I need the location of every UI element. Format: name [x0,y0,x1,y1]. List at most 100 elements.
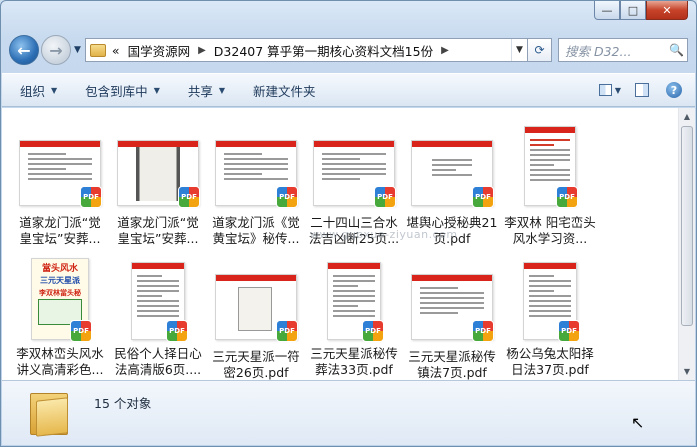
pdf-icon: PDF [558,320,580,342]
address-row: ← → ▼ « 国学资源网 ▶ D32407 算乎第一期核心资料文档15份 ▶ … [9,35,688,65]
breadcrumb-separator-icon[interactable]: ▶ [198,45,206,56]
explorer-window: — □ ✕ ← → ▼ « 国学资源网 ▶ D32407 算乎第一期核心资料文档… [0,0,697,447]
file-name: 三元天星派一符密26页.pdf [212,349,300,380]
pdf-icon: PDF [178,186,200,208]
maximize-button[interactable]: □ [620,1,646,20]
file-name: 三元天星派秘传镇法7页.pdf [408,349,496,380]
pdf-icon: PDF [80,186,102,208]
item-count: 15 个对象 [94,396,152,411]
file-item[interactable]: PDF 道家龙门派《觉黄宝坛》秘传... [210,128,302,247]
change-view-button[interactable]: ▼ [599,81,621,99]
poster-line2: 三元天星派 [40,276,80,285]
refresh-icon: ⟳ [534,43,545,57]
file-name: 李双林 阳宅峦头风水学习资... [504,215,596,246]
preview-pane-button[interactable] [631,81,653,99]
file-name: 道家龙门派“觉皇宝坛”安葬... [117,215,199,246]
file-thumbnail: PDF [504,114,596,208]
file-list[interactable]: PDF 道家龙门派“觉皇宝坛”安葬... PDF 道家龙门派“觉皇宝坛”安葬..… [2,108,695,380]
watermark: www.guoxue-ziyuan.com [310,228,458,241]
pdf-icon: PDF [472,320,494,342]
command-bar: 组织 ▼ 包含到库中 ▼ 共享 ▼ 新建文件夹 ▼ ? [2,73,695,107]
file-item[interactable]: PDF 三元天星派秘传葬法33页.pdf [308,258,400,378]
breadcrumb-item-root[interactable]: 国学资源网 [128,41,191,60]
back-button[interactable]: ← [9,35,39,65]
chevron-down-icon: ▼ [218,85,226,95]
caption-buttons: — □ ✕ [594,1,688,20]
toolbar-right: ▼ ? [589,81,685,99]
file-name: 道家龙门派《觉黄宝坛》秘传... [212,215,300,246]
organize-label: 组织 [20,83,46,99]
pdf-icon: PDF [362,320,384,342]
pdf-icon: PDF [472,186,494,208]
arrow-right-icon: → [49,40,63,60]
folder-icon [89,43,106,57]
file-thumbnail: PDF [14,128,106,208]
file-thumbnail: PDF [210,128,302,208]
arrow-left-icon: ← [17,40,31,60]
folder-large-icon [30,389,68,437]
chevron-down-icon: ▼ [153,85,160,95]
forward-button[interactable]: → [41,35,71,65]
search-placeholder: 搜索 D32... [565,43,632,59]
organize-menu[interactable]: 组织 ▼ [20,81,57,100]
pdf-icon: PDF [70,320,92,342]
refresh-button[interactable]: ⟳ [528,38,552,62]
search-icon[interactable]: 🔍 [669,43,687,57]
file-thumbnail: PDF [210,262,302,342]
file-item[interactable]: PDF 道家龙门派“觉皇宝坛”安葬... [14,128,106,247]
pdf-icon: PDF [276,320,298,342]
details-pane: 15 个对象 [2,380,695,445]
search-input[interactable]: 搜索 D32... 🔍 [558,38,688,62]
file-item[interactable]: PDF 道家龙门派“觉皇宝坛”安葬... [112,128,204,247]
file-item[interactable]: 當头风水三元天星派李双林當头秘诀 PDF 李双林峦头风水讲义高清彩色... [14,254,106,378]
minimize-button[interactable]: — [594,1,620,20]
scroll-up-icon[interactable]: ▲ [679,108,695,125]
new-folder-button[interactable]: 新建文件夹 [253,81,316,100]
pdf-icon: PDF [374,186,396,208]
scrollbar-thumb[interactable] [681,126,693,326]
file-name: 杨公乌兔太阳择日法37页.pdf [506,346,594,377]
file-item[interactable]: PDF 杨公乌兔太阳择日法37页.pdf [504,258,596,378]
include-in-library-menu[interactable]: 包含到库中 ▼ [85,81,160,100]
close-button[interactable]: ✕ [646,1,688,20]
pdf-icon: PDF [276,186,298,208]
help-button[interactable]: ? [663,81,685,99]
file-name: 民俗个人择日心法高清版6页.... [114,346,202,377]
file-thumbnail: PDF [112,258,204,342]
file-thumbnail: PDF [308,258,400,342]
recent-pages-dropdown[interactable]: ▼ [74,45,81,55]
file-name: 三元天星派秘传葬法33页.pdf [310,346,398,377]
share-menu[interactable]: 共享 ▼ [188,81,225,100]
include-label: 包含到库中 [85,83,148,99]
file-thumbnail: PDF [504,258,596,342]
breadcrumb-overflow[interactable]: « [112,43,120,58]
file-thumbnail: PDF [112,128,204,208]
file-name: 李双林峦头风水讲义高清彩色... [16,346,104,377]
chevron-down-icon: ▼ [51,85,58,95]
breadcrumb-separator-icon[interactable]: ▶ [441,45,449,56]
file-thumbnail: PDF [308,128,400,208]
help-icon: ? [666,82,682,98]
file-thumbnail: PDF [406,128,498,208]
share-label: 共享 [187,83,213,99]
pdf-icon: PDF [166,320,188,342]
file-item[interactable]: PDF 民俗个人择日心法高清版6页.... [112,258,204,378]
file-name: 道家龙门派“觉皇宝坛”安葬... [19,215,101,246]
address-history-dropdown[interactable]: ▼ [511,39,527,61]
chevron-down-icon: ▼ [614,85,621,95]
file-item[interactable]: PDF 三元天星派秘传镇法7页.pdf [406,262,498,380]
scroll-down-icon[interactable]: ▼ [679,363,695,380]
preview-pane-icon [635,83,649,97]
breadcrumb-item-current[interactable]: D32407 算乎第一期核心资料文档15份 [214,41,433,60]
address-bar[interactable]: « 国学资源网 ▶ D32407 算乎第一期核心资料文档15份 ▶ ▼ [84,38,528,62]
poster-line1: 當头风水 [41,264,78,274]
pdf-icon: PDF [556,186,578,208]
file-thumbnail: 當头风水三元天星派李双林當头秘诀 PDF [14,254,106,342]
view-icon [599,84,612,96]
mouse-cursor-icon: ↖ [631,413,645,432]
vertical-scrollbar[interactable]: ▲ ▼ [678,108,695,380]
file-item[interactable]: PDF 三元天星派一符密26页.pdf [210,262,302,380]
file-thumbnail: PDF [406,262,498,342]
new-folder-label: 新建文件夹 [253,83,316,99]
file-item[interactable]: PDF 李双林 阳宅峦头风水学习资... [504,114,596,247]
